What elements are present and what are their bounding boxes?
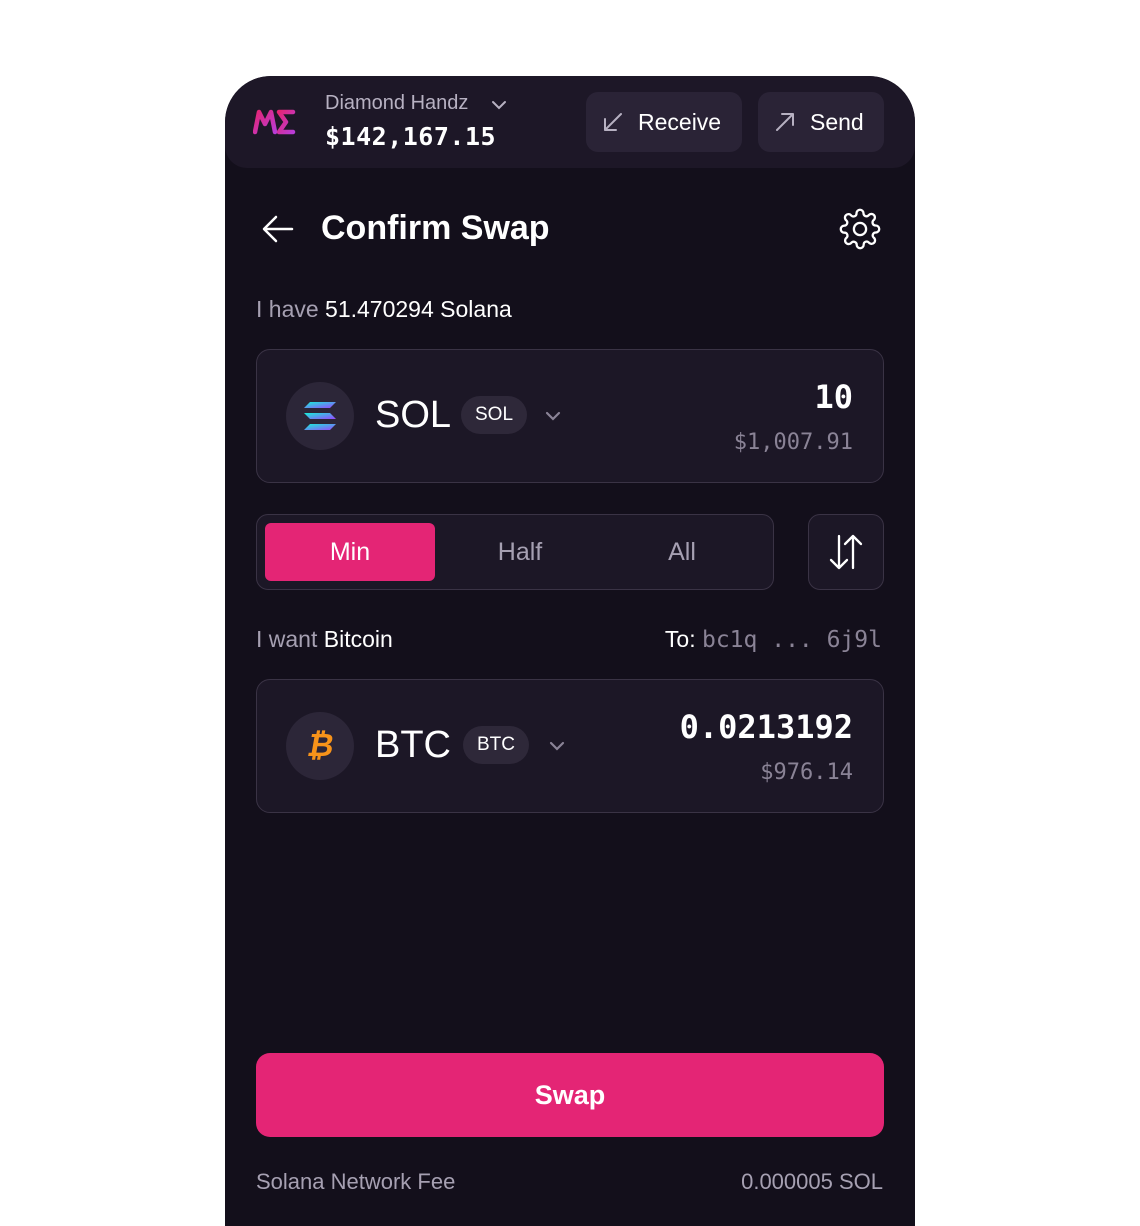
back-arrow-icon[interactable]: [261, 212, 295, 246]
preset-half-button[interactable]: Half: [435, 523, 605, 581]
to-label: To:: [664, 626, 696, 652]
chevron-down-icon[interactable]: [490, 96, 508, 114]
to-amount: 0.0213192: [679, 708, 853, 746]
send-arrow-icon: [776, 113, 794, 131]
receive-arrow-icon: [604, 113, 622, 131]
to-token-name: BTC: [375, 724, 451, 766]
want-asset: Bitcoin: [323, 626, 393, 652]
send-label: Send: [810, 108, 864, 135]
svg-text:₿: ₿: [305, 728, 335, 764]
top-bar: Diamond Handz $142,167.15 Receive Send: [225, 76, 915, 168]
swap-direction-button[interactable]: [808, 514, 884, 590]
to-token-card[interactable]: ₿ BTC BTC 0.0213192 $976.14: [256, 679, 884, 813]
receive-label: Receive: [638, 108, 722, 135]
wallet-window: Diamond Handz $142,167.15 Receive Send C…: [225, 76, 915, 1226]
want-prefix: I want: [256, 626, 318, 652]
preset-min-button[interactable]: Min: [265, 523, 435, 581]
destination-address[interactable]: To: bc1q ... 6j9l: [665, 626, 882, 653]
from-token-card[interactable]: SOL SOL 10 $1,007.91: [256, 349, 884, 483]
to-usd-value: $976.14: [760, 760, 853, 785]
magic-eden-logo-icon: [253, 109, 296, 135]
from-usd-value: $1,007.91: [733, 430, 853, 455]
solana-icon: [286, 382, 354, 450]
want-line: I want Bitcoin: [256, 626, 393, 653]
swap-direction-icon: [829, 534, 863, 570]
network-fee-value: 0.000005 SOL: [741, 1169, 883, 1194]
network-fee-label: Solana Network Fee: [256, 1169, 456, 1194]
from-token-name: SOL: [375, 394, 452, 436]
have-balance-line: I have 51.470294 Solana: [256, 296, 512, 323]
amount-preset-selector: Min Half All: [256, 514, 774, 590]
page-title: Confirm Swap: [321, 209, 550, 247]
chevron-down-icon[interactable]: [547, 736, 567, 756]
preset-all-button[interactable]: All: [597, 523, 767, 581]
have-amount: 51.470294 Solana: [325, 296, 512, 322]
from-token-symbol-badge: SOL: [461, 396, 528, 434]
send-button[interactable]: Send: [758, 92, 884, 152]
to-token-symbol-badge: BTC: [463, 726, 529, 764]
chevron-down-icon[interactable]: [543, 406, 563, 426]
have-prefix: I have: [256, 296, 319, 322]
to-address: bc1q ... 6j9l: [701, 627, 882, 653]
swap-button[interactable]: Swap: [256, 1053, 884, 1137]
receive-button[interactable]: Receive: [586, 92, 742, 152]
account-name[interactable]: Diamond Handz: [325, 92, 468, 115]
wallet-balance: $142,167.15: [325, 122, 497, 151]
gear-icon[interactable]: [839, 208, 881, 250]
bitcoin-icon: ₿: [286, 712, 354, 780]
from-amount-input[interactable]: 10: [814, 378, 853, 416]
